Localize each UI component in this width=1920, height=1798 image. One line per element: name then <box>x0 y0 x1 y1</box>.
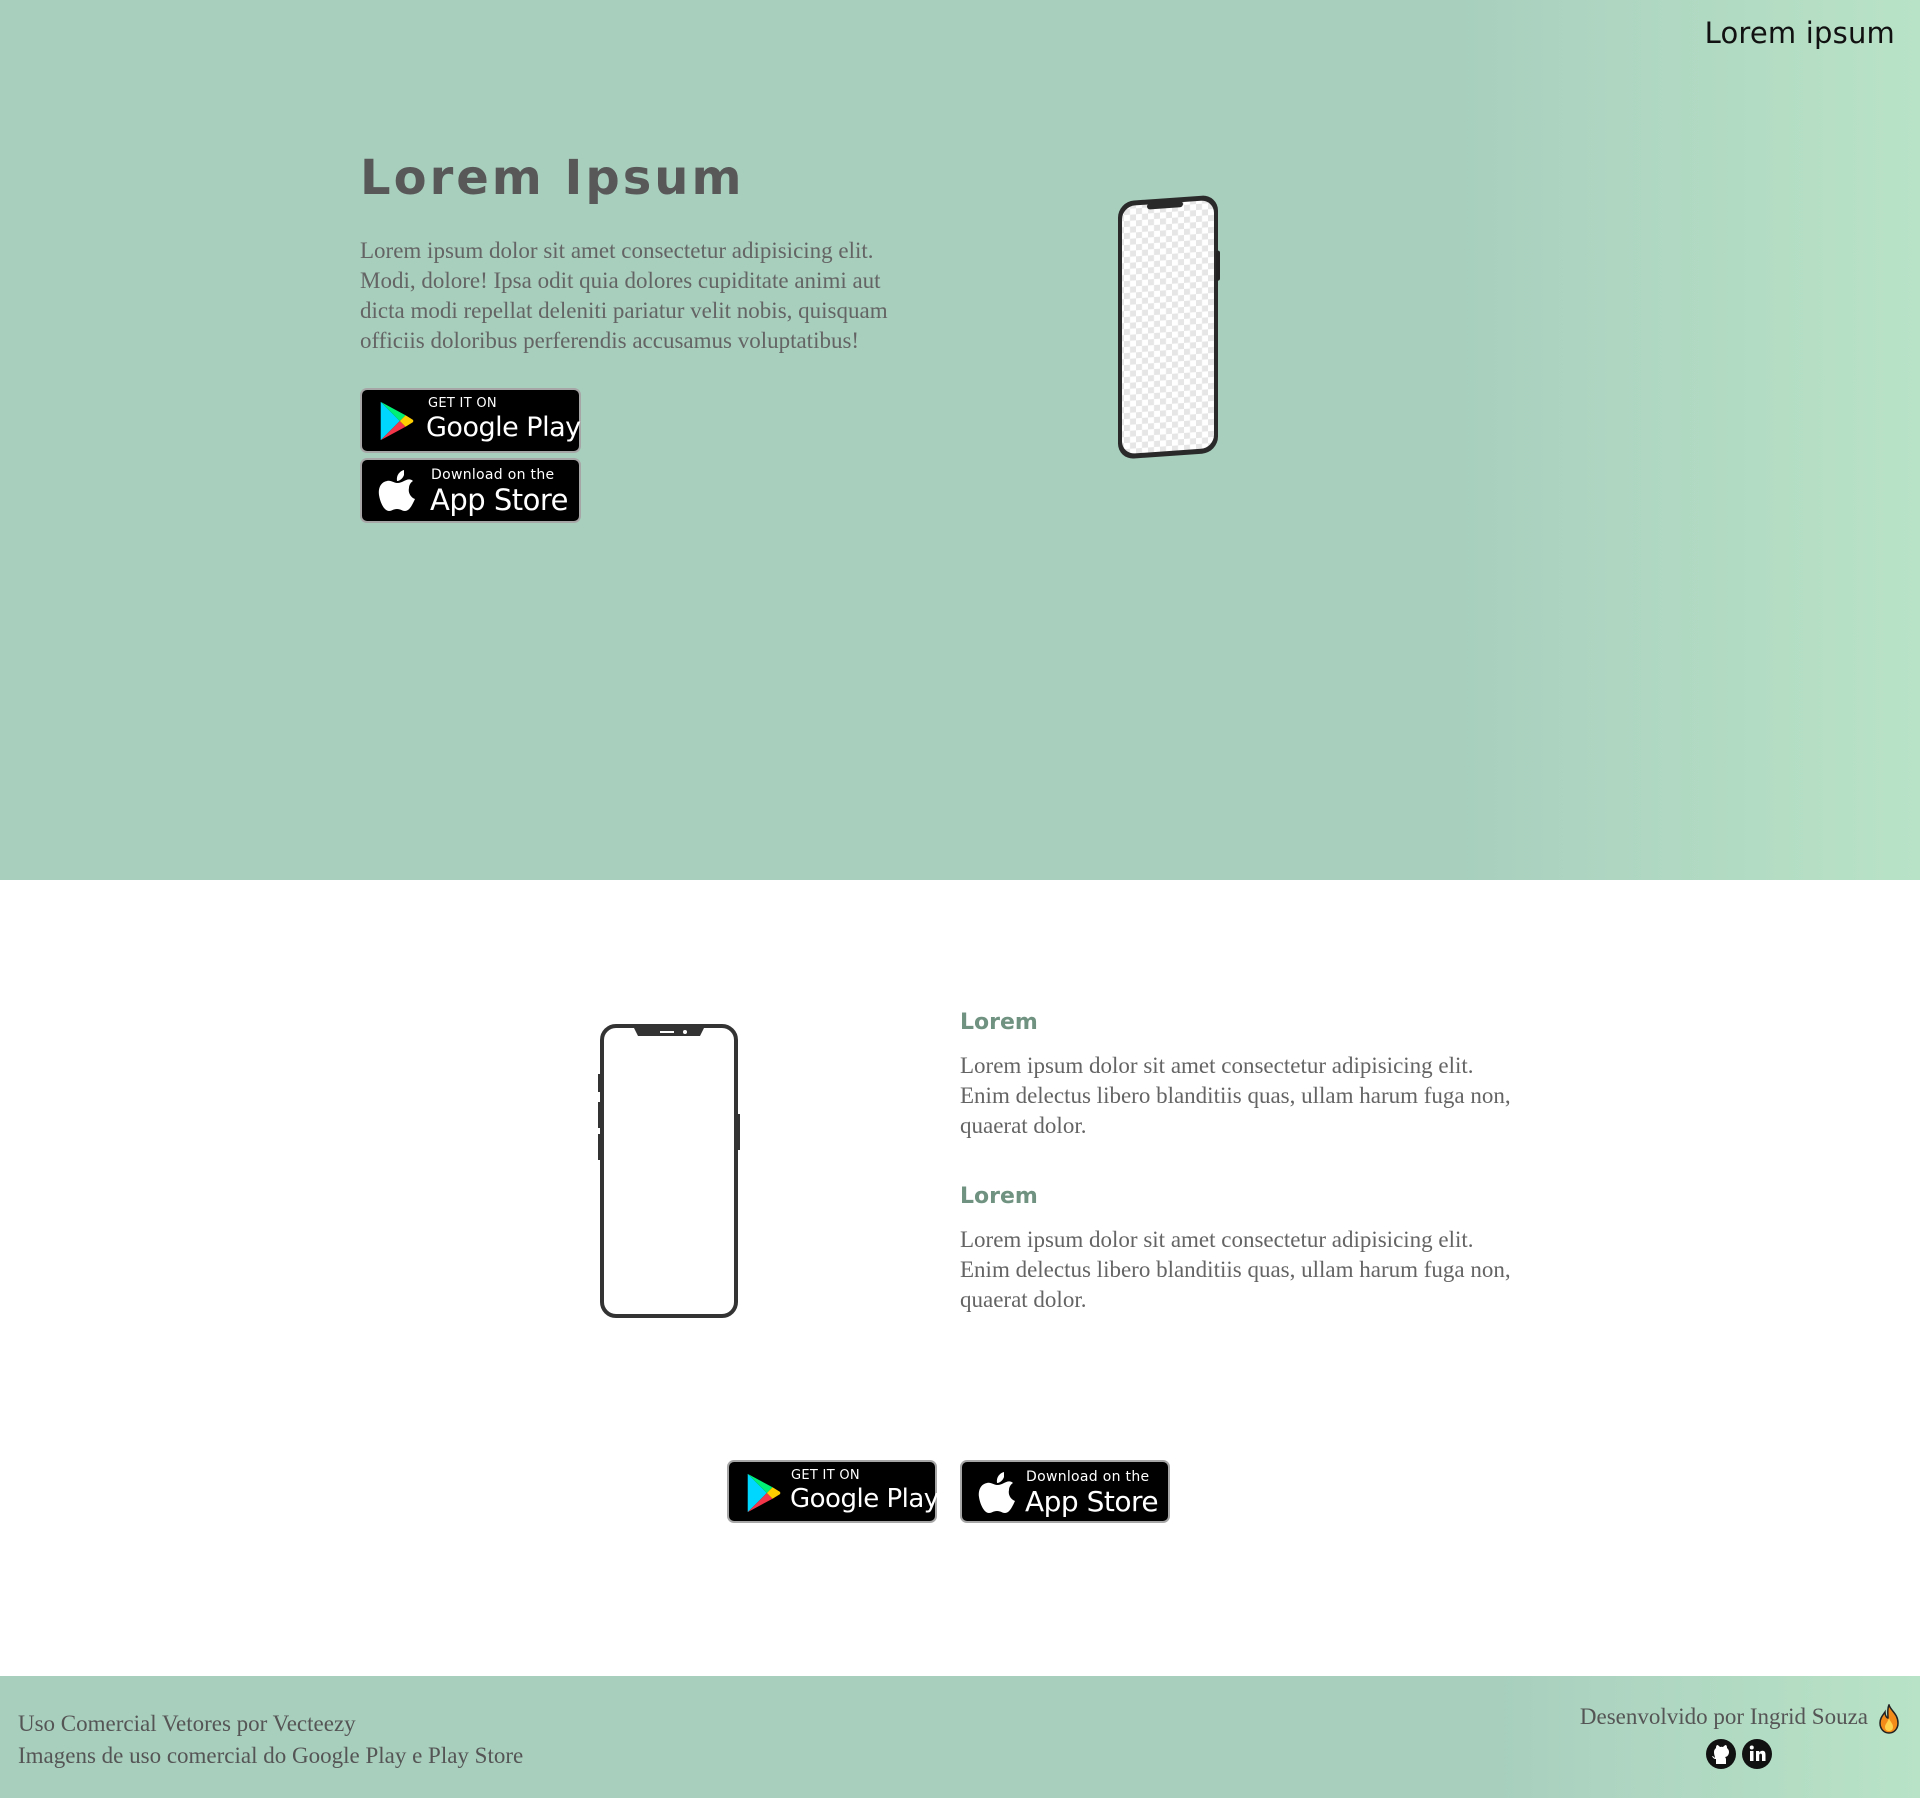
google-play-small-label: GET IT ON <box>428 396 497 411</box>
footer: Uso Comercial Vetores por Vecteezy Image… <box>0 1676 1920 1798</box>
developer-credit: Desenvolvido por Ingrid Souza <box>1579 1704 1868 1729</box>
hero-section: Lorem ipsum Lorem Ipsum Lorem ipsum dolo… <box>0 0 1920 880</box>
footer-line-vecteezy[interactable]: Uso Comercial Vetores por Vecteezy <box>18 1708 523 1740</box>
hero-title: Lorem Ipsum <box>360 150 745 206</box>
phone-outline-image <box>598 1024 740 1318</box>
feature-text-2: Lorem ipsum dolor sit amet consectetur a… <box>960 1227 1511 1312</box>
app-store-button[interactable]: Download on the App Store <box>360 458 581 523</box>
google-play-icon <box>747 1473 781 1513</box>
app-store-big-label: App Store <box>430 483 569 517</box>
feature-text-1: Lorem ipsum dolor sit amet consectetur a… <box>960 1053 1511 1138</box>
feature-title-2: Lorem <box>960 1184 1038 1209</box>
google-play-button-bottom[interactable]: GET IT ON Google Play <box>727 1460 939 1523</box>
app-store-small-label: Download on the <box>1026 1469 1150 1485</box>
google-play-button[interactable]: GET IT ON Google Play <box>360 388 581 453</box>
brand-logo[interactable]: Lorem ipsum <box>1705 16 1895 50</box>
linkedin-icon[interactable] <box>1741 1738 1773 1770</box>
footer-line-google-play: Imagens de uso comercial do Google Play … <box>18 1743 524 1768</box>
google-play-small-label: GET IT ON <box>791 1468 860 1483</box>
github-icon[interactable] <box>1705 1738 1737 1770</box>
app-store-small-label: Download on the <box>431 467 555 483</box>
apple-icon <box>978 1472 1015 1513</box>
apple-icon <box>378 470 415 511</box>
hero-description: Lorem ipsum dolor sit amet consectetur a… <box>360 238 888 353</box>
phone-mockup-image <box>1118 195 1220 459</box>
google-play-big-label: Google Play <box>426 412 581 443</box>
fire-icon <box>1879 1704 1899 1734</box>
feature-title-1: Lorem <box>960 1010 1038 1035</box>
footer-credits: Uso Comercial Vetores por Vecteezy Image… <box>18 1708 523 1772</box>
google-play-big-label: Google Play <box>790 1484 939 1514</box>
app-store-big-label: App Store <box>1025 1485 1159 1518</box>
app-store-button-bottom[interactable]: Download on the App Store <box>960 1460 1170 1523</box>
google-play-icon <box>380 401 414 441</box>
